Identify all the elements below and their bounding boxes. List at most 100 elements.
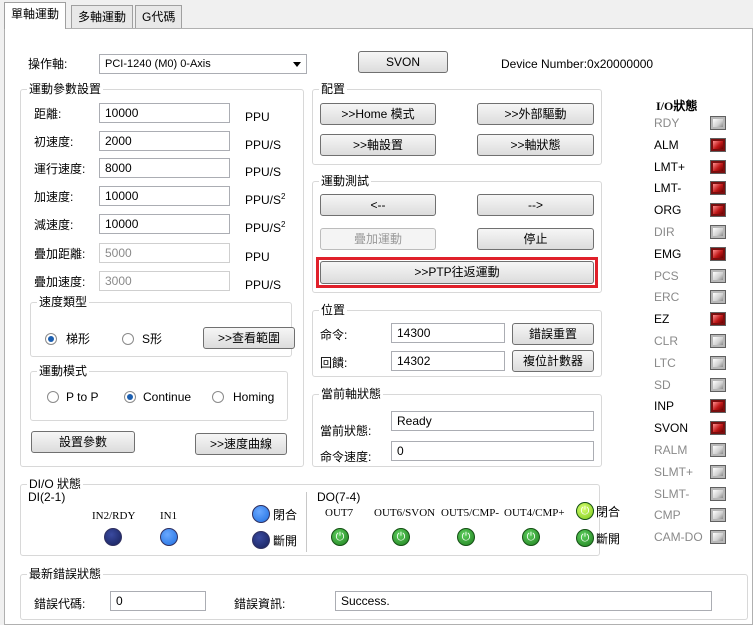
di-label-in1: IN1 (160, 510, 178, 522)
radio-homing-label: Homing (233, 390, 275, 404)
motion-params-title: 運動參數設置 (27, 82, 104, 96)
io-indicator (710, 116, 726, 130)
param-unit-text: PPU/S (245, 193, 282, 207)
io-label: SVON (654, 421, 689, 436)
do-closed-legend: 閉合 (596, 505, 621, 519)
param-unit-text: PPU (245, 110, 270, 124)
param-label: 疊加距離: (34, 247, 86, 261)
io-label: LMT- (654, 181, 682, 196)
overlay-motion-button[interactable]: 疊加運動 (320, 228, 436, 250)
current-state-field[interactable]: Ready (391, 411, 594, 431)
param-input[interactable]: 10000 (99, 186, 230, 206)
tab-multi-axis[interactable]: 多軸運動 (71, 5, 134, 29)
do-open-legend: 斷開 (596, 532, 621, 546)
param-unit: PPU/S (245, 134, 281, 153)
io-label: SD (654, 377, 671, 392)
io-label: INP (654, 399, 675, 414)
io-label: CAM-DO (654, 530, 703, 545)
io-indicator (710, 246, 726, 261)
param-unit-text: PPU/S (245, 165, 282, 179)
home-mode-button[interactable]: >>Home 模式 (320, 103, 436, 125)
device-number: Device Number:0x20000000 (501, 57, 654, 71)
chevron-down-icon (293, 62, 301, 67)
param-label: 距離: (34, 107, 62, 121)
ptp-round-trip-button[interactable]: >>PTP往返運動 (320, 261, 594, 284)
current-state-label: 當前狀態: (320, 424, 372, 438)
speed-type-title: 速度類型 (37, 295, 90, 309)
di-title: DI(2-1) (28, 490, 66, 504)
feedback-position-field[interactable]: 14302 (391, 351, 505, 371)
do-out5-cmp-minus-power-icon[interactable] (457, 528, 475, 546)
jog-left-button[interactable]: <-- (320, 194, 436, 216)
axis-select-value: PCI-1240 (M0) 0-Axis (105, 58, 211, 70)
radio-p-to-p[interactable] (47, 391, 59, 403)
param-input[interactable]: 8000 (99, 158, 230, 178)
error-info-field[interactable]: Success. (335, 591, 712, 611)
tab-gcode[interactable]: G代碼 (135, 5, 183, 29)
param-unit-text: PPU/S (245, 138, 282, 152)
radio-continue[interactable] (124, 391, 136, 403)
external-drive-button[interactable]: >>外部驅動 (477, 103, 594, 125)
io-indicator (710, 399, 726, 414)
axis-state-title: 當前軸狀態 (319, 387, 384, 401)
param-input[interactable]: 5000 (99, 243, 230, 263)
radio-trapezoid-label: 梯形 (66, 332, 91, 346)
param-unit-text: PPU/S (245, 221, 282, 235)
io-indicator (710, 508, 726, 523)
set-params-button[interactable]: 設置參數 (31, 431, 135, 453)
param-label: 疊加速度: (34, 275, 86, 289)
command-label: 命令: (320, 328, 348, 342)
error-info-label: 錯誤資訊: (234, 597, 286, 611)
stop-button[interactable]: 停止 (477, 228, 594, 250)
reset-counter-button[interactable]: 複位計數器 (512, 350, 594, 372)
io-label: CMP (654, 508, 681, 523)
radio-homing[interactable] (212, 391, 224, 403)
do-out7-power-icon[interactable] (331, 528, 349, 546)
io-indicator (710, 421, 726, 436)
param-input[interactable]: 10000 (99, 103, 230, 123)
io-indicator (710, 443, 726, 457)
do-label-out7: OUT7 (325, 507, 354, 519)
io-status-title: I/O狀態 (656, 99, 698, 113)
config-title: 配置 (319, 82, 348, 96)
command-speed-label: 命令速度: (320, 450, 372, 464)
reset-error-button[interactable]: 錯誤重置 (512, 323, 594, 345)
axis-setup-button[interactable]: >>軸設置 (320, 134, 436, 156)
radio-trapezoid[interactable] (45, 333, 57, 345)
position-title: 位置 (319, 303, 348, 317)
io-label: ALM (654, 137, 679, 152)
jog-right-button[interactable]: --> (477, 194, 594, 216)
do-label-out4-cmp-plus: OUT4/CMP+ (504, 507, 565, 519)
check-range-button[interactable]: >>查看範圍 (203, 327, 295, 349)
radio-s-curve-label: S形 (142, 332, 163, 346)
di-open-legend: 斷開 (273, 534, 298, 548)
param-input[interactable]: 3000 (99, 271, 230, 291)
radio-s-curve[interactable] (122, 333, 134, 345)
axis-status-button[interactable]: >>軸狀態 (477, 134, 594, 156)
command-speed-field[interactable]: 0 (391, 441, 594, 461)
io-label: RALM (654, 443, 688, 457)
command-position-field[interactable]: 14300 (391, 323, 505, 343)
do-title: DO(7-4) (317, 490, 361, 504)
param-input[interactable]: 2000 (99, 131, 230, 151)
do-out6-svon-power-icon[interactable] (392, 528, 410, 546)
io-indicator (710, 530, 726, 545)
param-unit-text: PPU/S (245, 278, 282, 292)
param-label: 加速度: (34, 190, 74, 204)
motion-mode-title: 運動模式 (37, 364, 90, 378)
axis-label: 操作軸: (28, 57, 68, 71)
param-input[interactable]: 10000 (99, 214, 230, 234)
param-label: 減速度: (34, 218, 74, 232)
di-open-legend-led (252, 531, 270, 549)
axis-select[interactable]: PCI-1240 (M0) 0-Axis (99, 54, 307, 74)
io-label: ORG (654, 203, 682, 218)
io-label: EMG (654, 246, 682, 261)
do-out4-cmp-plus-power-icon[interactable] (522, 528, 540, 546)
svon-button[interactable]: SVON (358, 51, 448, 73)
io-label: SLMT- (654, 486, 690, 501)
io-indicator (710, 377, 726, 392)
error-code-field[interactable]: 0 (110, 591, 206, 611)
tab-single-axis[interactable]: 單軸運動 (4, 2, 67, 29)
io-label: SLMT+ (654, 464, 694, 479)
speed-curve-button[interactable]: >>速度曲線 (195, 433, 287, 455)
